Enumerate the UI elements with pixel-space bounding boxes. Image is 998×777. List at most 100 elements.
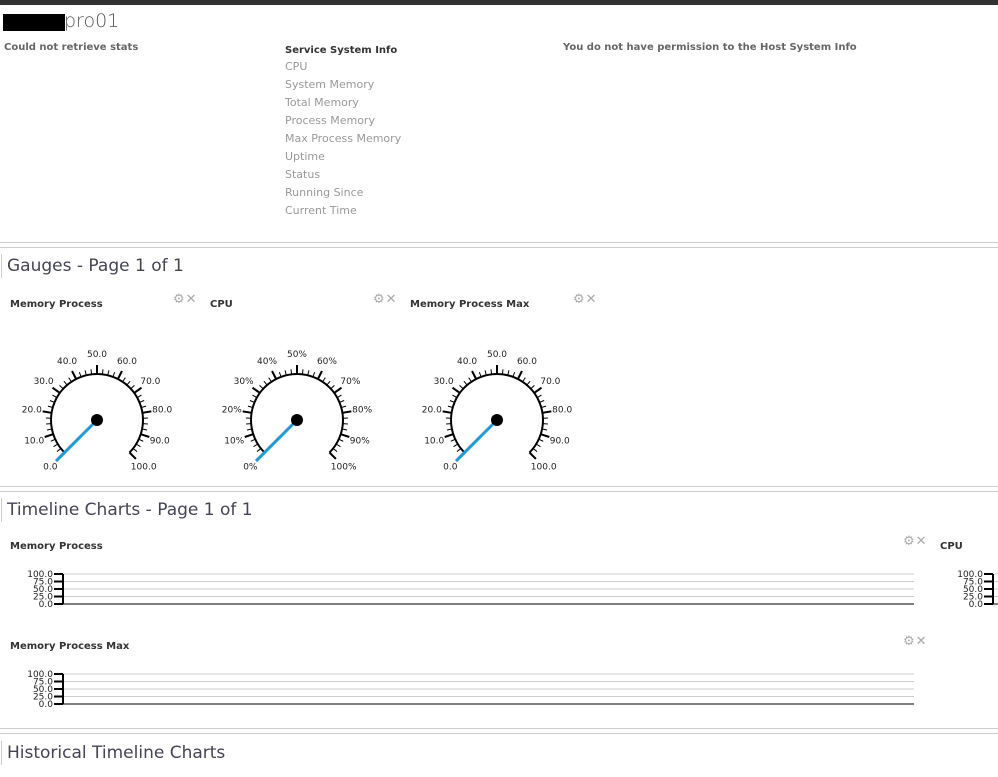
gauge-minor-tick	[490, 369, 493, 375]
timeline-chart: 100.075.050.025.00.0	[27, 670, 914, 709]
gauge-minor-tick	[326, 380, 331, 386]
gauge-tick-label: 20.0	[22, 406, 42, 416]
gauge-minor-tick	[135, 443, 141, 448]
gauge-tick-label: 10.0	[24, 436, 44, 446]
gauges-section-title: Gauges - Page 1 of 1	[1, 254, 184, 278]
widget-controls: ⚙✕	[903, 534, 928, 549]
gauge-title: Memory Process Max	[410, 299, 530, 310]
gauge-minor-tick	[253, 443, 259, 448]
gauge-minor-tick	[468, 377, 472, 383]
gauge-minor-tick	[322, 377, 326, 383]
gauge-tick-label: 0%	[243, 463, 258, 470]
gauge-major-tick	[442, 410, 452, 414]
gauge-title: CPU	[210, 299, 233, 310]
host-title: pro01	[64, 10, 120, 32]
gauge-minor-tick	[522, 377, 526, 383]
gauge-chart: 0% 10% 20% 30%40% 50% 60%70% 80% 90% 100%	[222, 350, 373, 470]
gauge-tick-label: 60.0	[517, 357, 537, 367]
gauge-chart: 0.0 10.0 20.0 30.040.0 50.0 60.070.0 80.0 90.0 1…	[422, 350, 573, 470]
close-icon[interactable]: ✕	[386, 292, 398, 307]
gauge-major-tick	[342, 410, 352, 414]
gear-icon[interactable]: ⚙	[903, 534, 916, 549]
gauge-minor-tick	[535, 443, 541, 448]
gauge-minor-tick	[336, 394, 342, 398]
timeline-section-title: Timeline Charts - Page 1 of 1	[1, 498, 253, 522]
gauge-minor-tick	[263, 380, 268, 386]
service-info-item: CPU	[285, 60, 308, 73]
gauge-hub	[291, 414, 303, 426]
gauge-major-tick	[244, 433, 254, 438]
gauge-tick-label: 90%	[350, 436, 370, 446]
gauge-major-tick	[142, 410, 152, 414]
historical-section-title: Historical Timeline Charts	[1, 741, 225, 765]
gauge-arc	[50, 373, 144, 454]
timeline-title: Memory Process	[10, 541, 103, 552]
gauge-tick-label: 10.0	[424, 436, 444, 446]
gauge-tick-label: 30%	[234, 377, 254, 387]
gauge-major-tick	[328, 451, 337, 460]
gauge-minor-tick	[330, 385, 335, 390]
service-info-item: Current Time	[285, 204, 357, 217]
service-system-info: Service System Info CPU System Memory Tota…	[285, 45, 401, 220]
close-icon[interactable]: ✕	[586, 292, 598, 307]
gear-icon[interactable]: ⚙	[173, 292, 186, 307]
service-info-item: System Memory	[285, 78, 375, 91]
close-icon[interactable]: ✕	[916, 634, 928, 649]
gauge-tick-label: 70.0	[140, 377, 160, 387]
gauge-minor-tick	[252, 394, 258, 398]
gauge-tick-label: 30.0	[34, 377, 54, 387]
gauge-minor-tick	[335, 443, 341, 448]
gauge-minor-tick	[68, 377, 72, 383]
gauge-minor-tick	[526, 380, 531, 386]
gauge-tick-label: 60.0	[117, 357, 137, 367]
gauge-major-tick	[340, 433, 350, 438]
gauge-arc	[250, 373, 344, 454]
gauge-minor-tick	[453, 443, 459, 448]
gauge-major-tick	[242, 410, 252, 414]
gauge-tick-label: 80%	[352, 406, 372, 416]
gauge-minor-tick	[290, 369, 293, 375]
gauge-tick-label: 90.0	[550, 436, 570, 446]
gauge-tick-label: 20.0	[422, 406, 442, 416]
gauge-tick-label: 50.0	[487, 350, 507, 360]
service-info-item: Running Since	[285, 186, 364, 199]
gauge-major-tick	[540, 433, 550, 438]
gauge-major-tick	[528, 451, 537, 460]
gauge-minor-tick	[53, 443, 59, 448]
timeline-title: Memory Process Max	[10, 641, 130, 652]
gauge-minor-tick	[452, 394, 458, 398]
widget-controls: ⚙✕	[173, 292, 198, 307]
gauge-hub	[491, 414, 503, 426]
gauge-minor-tick	[52, 394, 58, 398]
gauge-minor-tick	[59, 385, 64, 390]
gauge-minor-tick	[130, 385, 135, 390]
gauge-tick-label: 90.0	[150, 436, 170, 446]
gear-icon[interactable]: ⚙	[373, 292, 386, 307]
gauge-tick-label: 100.0	[531, 463, 557, 470]
gear-icon[interactable]: ⚙	[903, 634, 916, 649]
gauge-major-tick	[516, 370, 523, 380]
gauge-minor-tick	[532, 448, 538, 452]
host-permission-message: You do not have permission to the Host S…	[563, 42, 857, 53]
close-icon[interactable]: ✕	[186, 292, 198, 307]
gauge-needle	[54, 418, 99, 463]
top-bar	[0, 0, 998, 5]
gauge-tick-label: 50%	[287, 350, 307, 360]
service-info-item: Max Process Memory	[285, 132, 402, 145]
gauge-minor-tick	[132, 448, 138, 452]
gauge-major-tick	[271, 370, 278, 380]
gauge-minor-tick	[101, 369, 104, 375]
gauge-minor-tick	[90, 369, 93, 375]
gauge-minor-tick	[268, 377, 272, 383]
gear-icon[interactable]: ⚙	[573, 292, 586, 307]
close-icon[interactable]: ✕	[916, 534, 928, 549]
gauge-tick-label: 60%	[317, 357, 337, 367]
gauge-tick-label: 100.0	[131, 463, 157, 470]
gauge-minor-tick	[456, 448, 462, 452]
widget-controls: ⚙✕	[903, 634, 928, 649]
gauge-major-tick	[316, 370, 323, 380]
gauge-major-tick	[333, 386, 343, 394]
gauge-chart: 0.0 10.0 20.0 30.040.0 50.0 60.070.0 80.0 90.0 1…	[22, 350, 173, 470]
gauge-minor-tick	[530, 385, 535, 390]
redacted-hostname	[3, 14, 65, 31]
